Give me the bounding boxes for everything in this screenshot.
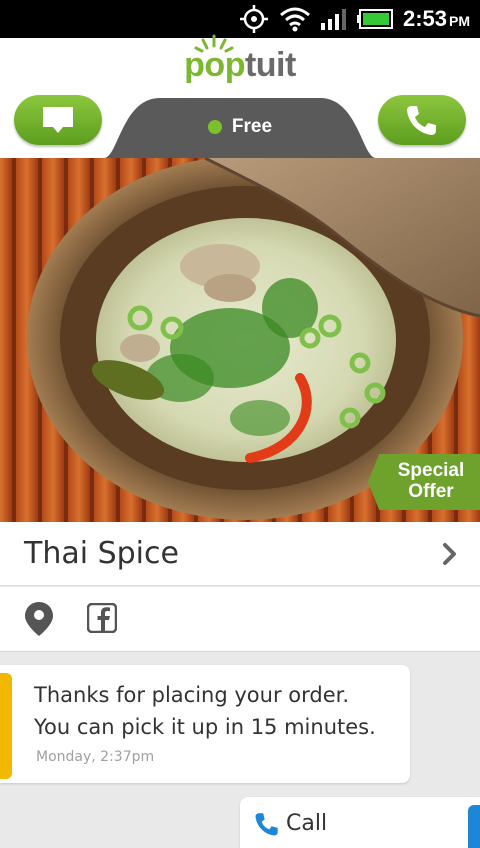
restaurant-name: Thai Spice [24, 536, 179, 571]
app-logo: poptuit [184, 46, 296, 84]
phone-icon [255, 813, 278, 836]
message-button[interactable] [14, 95, 102, 145]
gps-icon [239, 5, 268, 33]
message-bubble: Thanks for placing your order. You can p… [0, 665, 410, 783]
location-pin-icon[interactable] [24, 601, 54, 637]
message-icon [43, 107, 73, 133]
call-log-bubble: Call [240, 797, 480, 848]
availability-status-tab: Free [104, 98, 376, 158]
restaurant-hero-image: Special Offer [0, 158, 480, 522]
call-button[interactable] [378, 95, 466, 145]
call-accent-bar [468, 805, 480, 848]
app-header: poptuit Free [0, 34, 480, 158]
message-line-2: You can pick it up in 15 minutes. [34, 715, 376, 739]
restaurant-actions [0, 587, 480, 652]
status-dot-icon [207, 120, 222, 134]
restaurant-row[interactable]: Thai Spice [0, 522, 480, 586]
facebook-icon[interactable] [87, 603, 117, 633]
status-label: Free [231, 116, 273, 137]
message-accent-bar [0, 673, 12, 779]
phone-icon [407, 106, 436, 135]
call-label: Call [286, 811, 328, 836]
ribbon-line-2: Offer [408, 481, 454, 502]
special-offer-ribbon[interactable]: Special Offer [368, 454, 480, 510]
message-line-1: Thanks for placing your order. [34, 683, 350, 707]
ribbon-line-1: Special [397, 460, 465, 481]
battery-icon [356, 9, 393, 29]
message-timestamp: Monday, 2:37pm [36, 749, 155, 765]
signal-icon [320, 9, 346, 30]
status-bar: 2:53 PM [0, 0, 480, 38]
wifi-icon [279, 7, 310, 32]
clock: 2:53 PM [402, 6, 470, 31]
chevron-right-icon [443, 543, 456, 565]
